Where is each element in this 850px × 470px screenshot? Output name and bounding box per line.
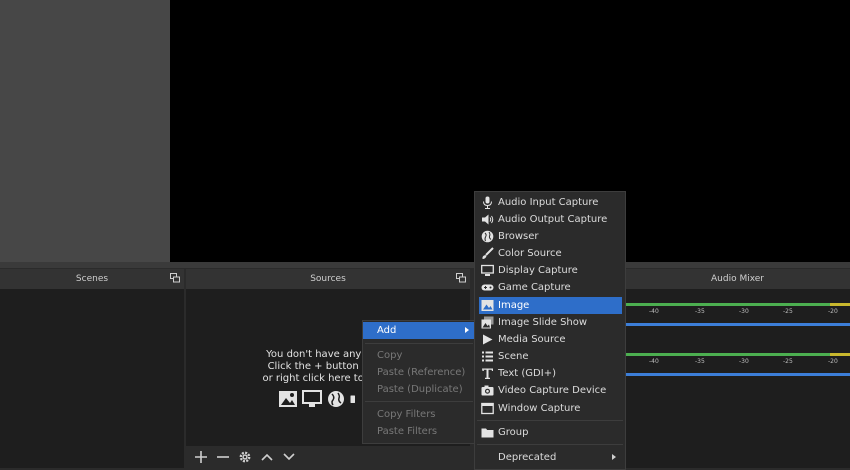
audio-scale-2: -40 -35 -30 -25 -20 <box>649 358 838 365</box>
minus-icon <box>217 456 229 458</box>
left-panel <box>0 0 170 262</box>
menu-item-video-capture-device[interactable]: Video Capture Device <box>479 382 622 399</box>
scenes-dock: Scenes <box>0 269 184 468</box>
slideshow-icon <box>481 316 494 329</box>
menu-item-add[interactable]: Add <box>363 322 475 339</box>
audio-mixer-body: -40 -35 -30 -25 -20 -40 -35 -30 -25 -20 <box>625 289 850 468</box>
menu-item-copy[interactable]: Copy <box>363 347 475 364</box>
scenes-list[interactable] <box>0 289 184 468</box>
remove-source-button[interactable] <box>214 448 232 466</box>
menu-item-paste-filters[interactable]: Paste Filters <box>363 423 475 440</box>
audio-meter-2 <box>625 353 830 356</box>
monitor-icon <box>481 264 494 276</box>
add-source-submenu: Audio Input Capture Audio Output Capture… <box>474 191 626 470</box>
menu-item-text-gdi[interactable]: Text (GDI+) <box>479 365 622 382</box>
move-source-down-button[interactable] <box>280 448 298 466</box>
float-dock-icon[interactable] <box>170 273 180 283</box>
submenu-arrow-icon <box>612 454 616 460</box>
chevron-up-icon <box>261 453 273 461</box>
folder-icon <box>481 428 494 438</box>
submenu-arrow-icon <box>465 327 469 333</box>
gamepad-icon <box>481 284 494 291</box>
monitor-icon <box>302 390 322 407</box>
menu-item-color-source[interactable]: Color Source <box>479 245 622 262</box>
menu-item-media-source[interactable]: Media Source <box>479 331 622 348</box>
menu-separator <box>477 444 623 445</box>
menu-item-scene[interactable]: Scene <box>479 348 622 365</box>
menu-item-paste-reference[interactable]: Paste (Reference) <box>363 364 475 381</box>
camera-icon <box>481 385 494 396</box>
menu-item-game-capture[interactable]: Game Capture <box>479 279 622 296</box>
plus-icon <box>195 451 207 463</box>
image-icon <box>279 391 297 407</box>
menu-item-image-slide-show[interactable]: Image Slide Show <box>479 314 622 331</box>
globe-icon <box>481 230 494 243</box>
chevron-down-icon <box>283 453 295 461</box>
window-icon <box>481 402 494 415</box>
dock-splitter[interactable] <box>0 262 850 268</box>
menu-item-audio-output-capture[interactable]: Audio Output Capture <box>479 211 622 228</box>
sources-title: Sources <box>186 269 470 290</box>
float-dock-icon[interactable] <box>456 273 466 283</box>
empty-sources-icons <box>278 389 360 411</box>
audio-meter-1 <box>625 303 830 306</box>
menu-item-deprecated[interactable]: Deprecated <box>479 449 622 466</box>
scenes-title: Scenes <box>0 269 184 290</box>
camera-icon <box>350 395 355 403</box>
microphone-icon <box>483 196 492 209</box>
menu-separator <box>477 420 623 421</box>
audio-meter-2-peak <box>830 353 850 356</box>
image-icon <box>481 300 494 311</box>
play-icon <box>483 334 493 345</box>
move-source-up-button[interactable] <box>258 448 276 466</box>
gear-icon <box>239 451 251 463</box>
add-source-button[interactable] <box>192 448 210 466</box>
paintbrush-icon <box>482 247 494 259</box>
menu-item-paste-duplicate[interactable]: Paste (Duplicate) <box>363 381 475 398</box>
volume-slider-2[interactable] <box>625 373 850 376</box>
speaker-icon <box>482 214 494 225</box>
menu-item-copy-filters[interactable]: Copy Filters <box>363 406 475 423</box>
globe-icon <box>328 391 344 407</box>
menu-separator <box>365 401 473 402</box>
source-properties-button[interactable] <box>236 448 254 466</box>
volume-slider-1[interactable] <box>625 323 850 326</box>
audio-meter-1-peak <box>830 303 850 306</box>
menu-item-window-capture[interactable]: Window Capture <box>479 400 622 417</box>
list-icon <box>482 351 493 362</box>
audio-scale-1: -40 -35 -30 -25 -20 <box>649 308 838 315</box>
audio-mixer-dock: Audio Mixer -40 -35 -30 -25 -20 -40 -35 … <box>625 269 850 468</box>
menu-item-group[interactable]: Group <box>479 424 622 441</box>
audio-mixer-title: Audio Mixer <box>625 269 850 290</box>
menu-item-image[interactable]: Image <box>479 297 622 314</box>
sources-toolbar <box>186 446 470 468</box>
menu-item-display-capture[interactable]: Display Capture <box>479 262 622 279</box>
menu-item-browser[interactable]: Browser <box>479 228 622 245</box>
sources-context-menu: Add Copy Paste (Reference) Paste (Duplic… <box>362 320 476 444</box>
menu-separator <box>365 343 473 344</box>
menu-item-audio-input-capture[interactable]: Audio Input Capture <box>479 194 622 211</box>
text-icon <box>482 368 493 379</box>
